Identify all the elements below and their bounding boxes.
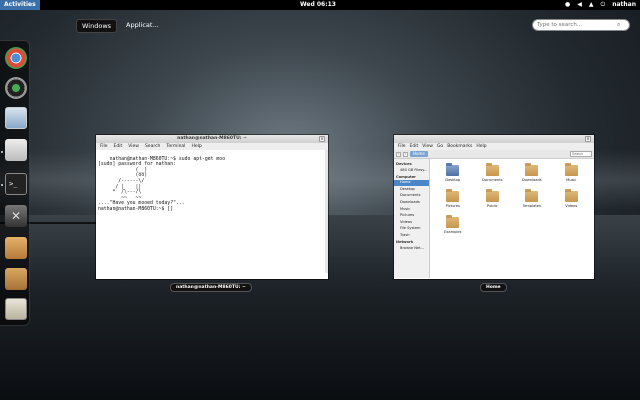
files-main: Devices 480 GB Filesy... Computer Home D… — [394, 159, 594, 278]
terminal-icon[interactable]: >_ — [5, 173, 27, 195]
folder-icon — [446, 189, 460, 202]
search-box[interactable]: ⌕ — [532, 19, 630, 31]
files-toolbar: ‹ › Home — [394, 150, 594, 159]
files-caption[interactable]: Home — [480, 283, 507, 292]
menu-edit[interactable]: Edit — [410, 143, 419, 150]
search-input[interactable] — [537, 22, 617, 28]
folder-icon — [525, 189, 539, 202]
files-grid: Desktop Documents Downloads Music Pictur… — [430, 159, 594, 278]
menu-bookmarks[interactable]: Bookmarks — [447, 143, 472, 150]
sidebar-item-volume[interactable]: 480 GB Filesy... — [394, 167, 429, 174]
calculator-icon[interactable] — [5, 298, 27, 320]
menu-help[interactable]: Help — [476, 143, 486, 150]
file-label: Downloads — [521, 178, 542, 182]
file-label: Pictures — [445, 204, 460, 208]
terminal-window[interactable]: nathan@nathan-M860TU: ~ × File Edit View… — [96, 135, 328, 279]
file-label: Templates — [522, 204, 541, 208]
power-icon[interactable]: ⏻ — [600, 0, 605, 10]
file-item[interactable]: Desktop — [434, 163, 472, 189]
sidebar-item-trash[interactable]: Trash — [394, 232, 429, 239]
folder-icon — [564, 189, 578, 202]
user-menu[interactable]: nathan — [612, 0, 636, 10]
file-label: Videos — [565, 204, 578, 208]
files-icon[interactable] — [5, 139, 27, 161]
folder-icon — [446, 215, 460, 228]
archive-icon[interactable] — [5, 268, 27, 290]
tab-applications[interactable]: Applicat... — [121, 19, 164, 33]
tab-windows[interactable]: Windows — [76, 19, 118, 33]
desktop-folder-icon — [446, 163, 460, 176]
terminal-scrollbar[interactable] — [325, 150, 328, 273]
chrome-icon[interactable] — [5, 47, 27, 69]
file-item[interactable]: Music — [553, 163, 591, 189]
sidebar-item-browse-network[interactable]: Browse Net... — [394, 245, 429, 252]
menu-view[interactable]: View — [422, 143, 433, 150]
file-label: Public — [486, 204, 498, 208]
close-icon[interactable]: × — [319, 136, 325, 142]
folder-icon — [485, 163, 499, 176]
folder-icon — [564, 163, 578, 176]
top-bar: Activities Wed 06:13 ● ◀ ▲ ⏻ nathan — [0, 0, 640, 10]
file-label: Documents — [482, 178, 503, 182]
folder-icon — [485, 189, 499, 202]
sidebar-item-desktop[interactable]: Desktop — [394, 186, 429, 193]
menu-search[interactable]: Search — [145, 143, 160, 150]
terminal-titlebar[interactable]: nathan@nathan-M860TU: ~ × — [96, 135, 328, 143]
menu-file[interactable]: File — [398, 143, 406, 150]
file-item[interactable]: Templates — [513, 189, 551, 215]
sidebar-item-file-system[interactable]: File System — [394, 226, 429, 233]
clock[interactable]: Wed 06:13 — [300, 0, 336, 10]
back-icon[interactable]: ‹ — [396, 151, 401, 157]
menu-view[interactable]: View — [128, 143, 139, 150]
overview-tabs: Windows Applicat... — [76, 19, 164, 33]
search-icon: ⌕ — [617, 21, 621, 28]
file-label: Music — [566, 178, 577, 182]
menu-terminal[interactable]: Terminal — [166, 143, 185, 150]
terminal-text: nathan@nathan-M860TU:~$ sudo apt-get moo… — [98, 156, 226, 212]
document-viewer-icon[interactable] — [5, 107, 27, 129]
running-indicator — [1, 151, 3, 153]
volume-icon[interactable]: ◀ — [577, 0, 582, 10]
file-item[interactable]: Downloads — [513, 163, 551, 189]
terminal-caption[interactable]: nathan@nathan-M860TU: ~ — [170, 283, 252, 292]
files-sidebar: Devices 480 GB Filesy... Computer Home D… — [394, 159, 430, 278]
file-label: Desktop — [445, 178, 461, 182]
files-window[interactable]: × File Edit View Go Bookmarks Help ‹ › H… — [394, 135, 594, 279]
close-icon[interactable]: × — [585, 136, 591, 142]
file-label: Examples — [444, 230, 462, 234]
files-search-input[interactable] — [570, 151, 592, 157]
menu-help[interactable]: Help — [191, 143, 201, 150]
sidebar-item-home[interactable]: Home — [394, 179, 429, 187]
webcam-icon[interactable] — [5, 77, 27, 99]
settings-icon[interactable]: ✕ — [5, 205, 27, 227]
sidebar-item-pictures[interactable]: Pictures — [394, 213, 429, 220]
activities-button[interactable]: Activities — [0, 0, 40, 10]
system-tray: ● ◀ ▲ ⏻ nathan — [565, 0, 636, 10]
files-menubar: File Edit View Go Bookmarks Help — [394, 143, 594, 150]
file-item[interactable]: Documents — [474, 163, 512, 189]
terminal-output[interactable]: nathan@nathan-M860TU:~$ sudo apt-get moo… — [96, 150, 328, 273]
menu-edit[interactable]: Edit — [114, 143, 123, 150]
sidebar-item-downloads[interactable]: Downloads — [394, 199, 429, 206]
path-home-button[interactable]: Home — [410, 151, 428, 157]
accessibility-icon[interactable]: ● — [565, 0, 570, 10]
file-item[interactable]: Public — [474, 189, 512, 215]
running-indicator — [1, 184, 3, 186]
dash: >_ ✕ — [0, 40, 30, 326]
software-center-icon[interactable] — [5, 237, 27, 259]
file-item[interactable]: Pictures — [434, 189, 472, 215]
forward-icon[interactable]: › — [403, 151, 408, 157]
file-item[interactable]: Examples — [434, 215, 472, 241]
files-titlebar[interactable]: × — [394, 135, 594, 143]
sidebar-item-videos[interactable]: Videos — [394, 219, 429, 226]
terminal-title: nathan@nathan-M860TU: ~ — [177, 136, 247, 141]
file-item[interactable]: Videos — [553, 189, 591, 215]
network-icon[interactable]: ▲ — [589, 0, 594, 10]
terminal-menubar: File Edit View Search Terminal Help — [96, 143, 328, 150]
menu-file[interactable]: File — [100, 143, 108, 150]
menu-go[interactable]: Go — [437, 143, 443, 150]
folder-icon — [525, 163, 539, 176]
sidebar-item-music[interactable]: Music — [394, 206, 429, 213]
sidebar-item-documents[interactable]: Documents — [394, 193, 429, 200]
